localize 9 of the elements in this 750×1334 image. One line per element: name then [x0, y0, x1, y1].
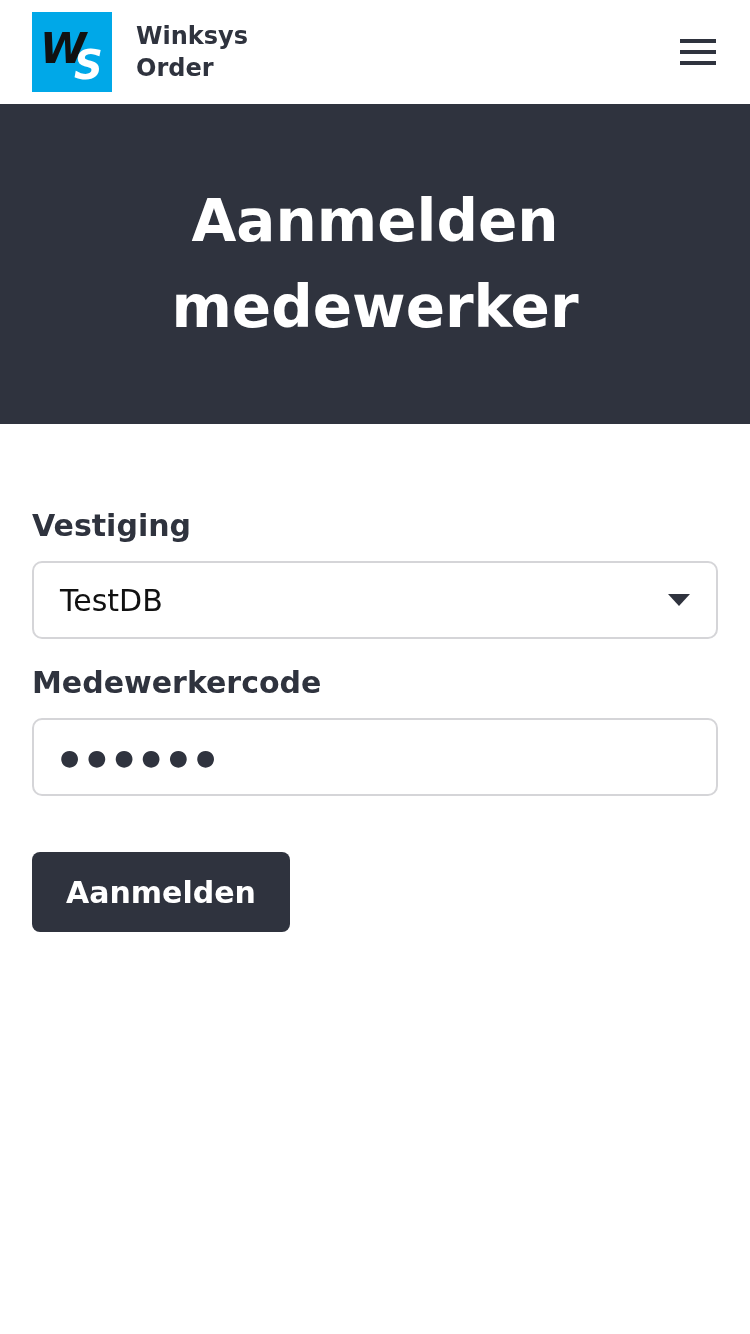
select-field[interactable]: TestDB: [32, 561, 718, 639]
menu-icon[interactable]: [680, 39, 716, 65]
app-name: Winksys Order: [136, 21, 249, 84]
caret-icon: [668, 594, 690, 606]
password-field[interactable]: ●●●●●●: [32, 718, 718, 796]
page-title: Aanmelden medewerker: [170, 186, 580, 343]
login-button[interactable]: Aanmelden: [32, 852, 290, 932]
field-label: Vestiging: [32, 508, 192, 543]
field-label: Medewerkercode: [32, 665, 323, 700]
